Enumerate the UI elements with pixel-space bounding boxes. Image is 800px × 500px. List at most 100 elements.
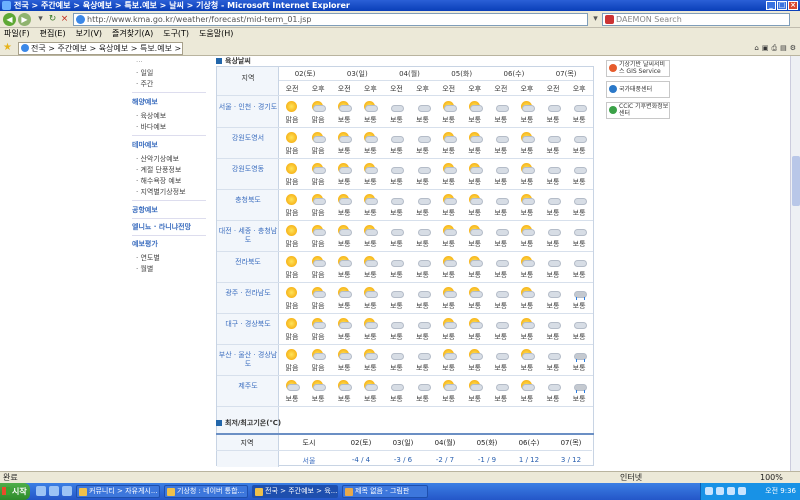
region-label[interactable]: 강원도영동 xyxy=(217,165,279,174)
left-menu-foliage[interactable]: · 계절 단풍정보 xyxy=(136,165,181,175)
taskbar-item-naver[interactable]: 기상청 : 네이버 통합... xyxy=(164,485,248,498)
tools-menu-icon[interactable]: ⚙ xyxy=(790,43,796,53)
left-menu-daily[interactable]: · 일일 xyxy=(136,68,153,78)
left-menu-monthly[interactable]: · 월별 xyxy=(136,264,153,274)
menu-file[interactable]: 파일(F) xyxy=(4,28,30,40)
scrollbar-thumb[interactable] xyxy=(792,156,800,206)
sky-condition-text: 보통 xyxy=(494,240,508,248)
close-button[interactable]: × xyxy=(788,1,798,10)
left-menu-airport[interactable]: 공항예보 xyxy=(132,205,158,215)
menu-tools[interactable]: 도구(T) xyxy=(163,28,189,40)
left-menu-beach[interactable]: · 해수욕장 예보 xyxy=(136,176,181,186)
address-toolbar: ◀ ▶ ▾ ↻ × http://www.kma.go.kr/weather/f… xyxy=(0,11,800,28)
sunny-icon xyxy=(284,348,300,361)
back-button[interactable]: ◀ xyxy=(3,13,16,26)
tray-security-icon[interactable] xyxy=(727,487,735,495)
page-menu-icon[interactable]: ▤ xyxy=(780,43,787,53)
sky-condition-text: 보통 xyxy=(337,364,351,372)
sky-condition-text: 보통 xyxy=(363,364,377,372)
left-menu-marine[interactable]: 해양예보 xyxy=(132,97,158,107)
menu-favorites[interactable]: 즐겨찾기(A) xyxy=(112,28,153,40)
address-input[interactable]: http://www.kma.go.kr/weather/forecast/mi… xyxy=(73,13,588,26)
refresh-icon[interactable]: ↻ xyxy=(47,14,58,25)
cloudy-icon xyxy=(545,379,561,392)
tray-ime-icon[interactable] xyxy=(738,487,746,495)
start-button[interactable]: 시작 xyxy=(0,483,30,500)
menu-bar: 파일(F) 편집(E) 보기(V) 즐겨찾기(A) 도구(T) 도움말(H) xyxy=(0,28,800,40)
cloudy-icon xyxy=(415,348,431,361)
left-menu-regional[interactable]: · 지역별기상정보 xyxy=(136,187,186,197)
region-label[interactable]: 강원도영서 xyxy=(217,134,279,143)
window-titlebar[interactable]: 전국 > 주간예보 > 육상예보 > 특보.예보 > 날씨 > 기상청 - Mi… xyxy=(0,0,800,11)
forward-button[interactable]: ▶ xyxy=(18,13,31,26)
minimize-button[interactable]: _ xyxy=(766,1,776,10)
banner-typhoon[interactable]: 국가태풍센터 xyxy=(606,81,670,98)
taskbar-item-paint[interactable]: 제목 없음 - 그림판 xyxy=(342,485,428,498)
partly-cloudy-icon xyxy=(519,255,535,268)
sunny-icon xyxy=(284,317,300,330)
divider xyxy=(132,92,206,93)
menu-help[interactable]: 도움말(H) xyxy=(199,28,233,40)
partly-cloudy-icon xyxy=(467,224,483,237)
sky-condition-text: 보통 xyxy=(337,178,351,186)
quicklaunch-media-icon[interactable] xyxy=(62,486,72,496)
page-icon xyxy=(76,15,85,24)
sky-condition-text: 보통 xyxy=(442,302,456,310)
window-controls: _ □ × xyxy=(766,1,798,10)
left-menu-sea[interactable]: · 바다예보 xyxy=(136,122,166,132)
partly-cloudy-icon xyxy=(467,317,483,330)
left-menu-mountain[interactable]: · 산악기상예보 xyxy=(136,154,179,164)
sky-condition-text: 맑음 xyxy=(311,240,325,248)
banner-ccic[interactable]: CCiC 기후변화정보센터 xyxy=(606,102,670,119)
tab-title: 전국 > 주간예보 > 육상예보 > 특보.예보 > 날... xyxy=(31,44,183,53)
pm-header: 오후 xyxy=(572,85,586,93)
banner-gis[interactable]: 기상기반 날씨서비스 GIS Service xyxy=(606,60,670,77)
left-menu-weekly[interactable]: · 주간 xyxy=(136,79,153,89)
search-input[interactable]: DAEMON Search xyxy=(602,13,790,26)
cloudy-icon xyxy=(545,317,561,330)
print-icon[interactable]: ⎙ xyxy=(771,43,777,53)
partly-cloudy-icon xyxy=(441,162,457,175)
region-label[interactable]: 전라북도 xyxy=(217,258,279,267)
vertical-scrollbar[interactable] xyxy=(790,56,800,471)
address-go-icon[interactable]: ▾ xyxy=(590,14,601,25)
region-label[interactable]: 광주 · 전라남도 xyxy=(217,289,279,298)
left-menu-theme[interactable]: 테마예보 xyxy=(132,140,158,150)
stop-icon[interactable]: × xyxy=(59,14,70,25)
tab-current[interactable]: 전국 > 주간예보 > 육상예보 > 특보.예보 > 날... xyxy=(18,42,183,55)
row-divider xyxy=(217,375,593,376)
tray-volume-icon[interactable] xyxy=(716,487,724,495)
cloudy-icon xyxy=(493,379,509,392)
menu-edit[interactable]: 편집(E) xyxy=(40,28,66,40)
left-menu-land[interactable]: · 육상예보 xyxy=(136,111,166,121)
partly-cloudy-icon xyxy=(336,286,353,299)
left-menu-nino[interactable]: 엘니뇨 · 라니냐전망 xyxy=(132,222,191,232)
maximize-button[interactable]: □ xyxy=(777,1,787,10)
region-label[interactable]: 대구 · 경상북도 xyxy=(217,320,279,329)
taskbar-item-community[interactable]: 커뮤니티 > 자유게시... xyxy=(76,485,160,498)
region-label[interactable]: 부산 · 울산 · 경상남도 xyxy=(217,351,279,369)
minmax-city[interactable]: 서울 xyxy=(278,456,340,466)
quicklaunch-ie-icon[interactable] xyxy=(36,486,46,496)
feeds-icon[interactable]: ▣ xyxy=(762,43,769,53)
history-dropdown-icon[interactable]: ▾ xyxy=(35,14,46,25)
menu-view[interactable]: 보기(V) xyxy=(76,28,102,40)
sky-condition-text: 보통 xyxy=(546,116,560,124)
zoom-level[interactable]: 100% xyxy=(760,472,783,483)
left-menu-evaluation[interactable]: 예보평가 xyxy=(132,239,158,249)
sky-condition-text: 보통 xyxy=(494,178,508,186)
region-label[interactable]: 대전 · 세종 · 충청남도 xyxy=(217,227,279,245)
cloudy-icon xyxy=(493,286,509,299)
cloudy-icon xyxy=(493,255,509,268)
partly-cloudy-icon xyxy=(336,193,353,206)
region-label[interactable]: 제주도 xyxy=(217,382,279,391)
favorites-star-icon[interactable]: ★ xyxy=(3,43,12,53)
left-menu-yearly[interactable]: · 연도별 xyxy=(136,253,160,263)
quicklaunch-desktop-icon[interactable] xyxy=(49,486,59,496)
region-label[interactable]: 서울 · 인천 · 경기도 xyxy=(217,103,279,112)
sky-condition-text: 보통 xyxy=(572,333,586,341)
region-label[interactable]: 충청북도 xyxy=(217,196,279,205)
tray-network-icon[interactable] xyxy=(705,487,713,495)
home-icon[interactable]: ⌂ xyxy=(754,43,758,53)
taskbar-item-kma[interactable]: 전국 > 주간예보 > 육... xyxy=(252,485,338,498)
